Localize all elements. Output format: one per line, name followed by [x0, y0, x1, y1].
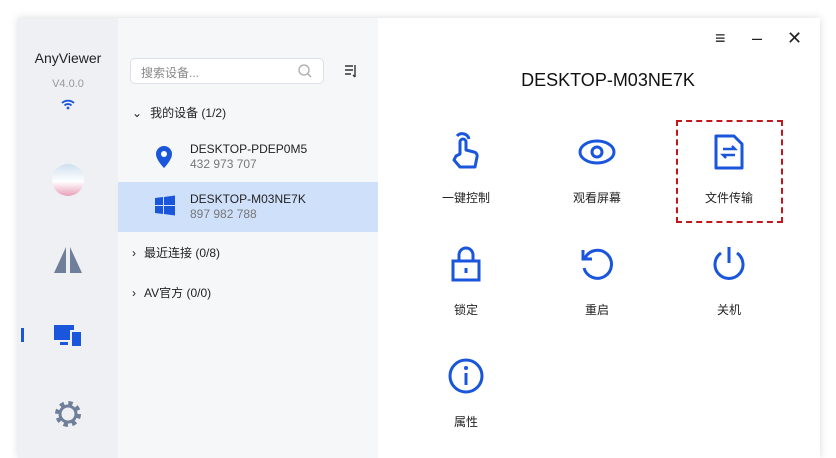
device-title: DESKTOP-M03NE7K: [521, 70, 695, 90]
app-window: AnyViewer V4.0.0 搜索设备... ⌄ 我的设备 (1/2) DES…: [18, 18, 820, 458]
action-lock[interactable]: 锁定: [411, 230, 521, 330]
location-pin-icon: [156, 146, 172, 168]
search-placeholder: 搜索设备...: [141, 66, 200, 80]
device-panel: 搜索设备... ⌄ 我的设备 (1/2) DESKTOP-PDEP0M5 432 …: [118, 18, 378, 458]
settings-nav-icon[interactable]: [52, 398, 84, 430]
sort-icon[interactable]: [344, 64, 358, 78]
action-label: 属性: [453, 415, 478, 429]
minimize-button[interactable]: –: [752, 28, 762, 49]
avatar[interactable]: [52, 164, 84, 196]
action-view-screen[interactable]: 观看屏幕: [542, 118, 652, 218]
action-restart[interactable]: 重启: [542, 230, 652, 330]
device-id: 897 982 788: [190, 207, 257, 221]
wifi-icon: [61, 99, 75, 110]
action-label: 锁定: [453, 303, 478, 317]
info-icon: [448, 358, 484, 394]
active-indicator: [21, 328, 24, 342]
devices-nav-icon[interactable]: [52, 320, 84, 352]
chevron-right-icon: ›: [132, 285, 136, 300]
action-properties[interactable]: 属性: [411, 342, 521, 442]
group-av-official[interactable]: › AV官方 (0/0): [132, 284, 211, 301]
lock-icon: [451, 246, 481, 282]
close-button[interactable]: ✕: [787, 28, 802, 49]
menu-icon[interactable]: ≡: [715, 28, 726, 49]
connect-nav-icon[interactable]: [52, 244, 84, 276]
group-label: 我的设备 (1/2): [150, 106, 227, 120]
device-name: DESKTOP-M03NE7K: [190, 192, 306, 206]
sidebar: AnyViewer V4.0.0: [18, 18, 118, 458]
group-label: AV官方 (0/0): [144, 286, 212, 300]
highlight-box: [676, 120, 783, 223]
action-remote-control[interactable]: 一键控制: [411, 118, 521, 218]
action-label: 观看屏幕: [572, 191, 621, 205]
action-label: 重启: [584, 303, 609, 317]
group-my-devices[interactable]: ⌄ 我的设备 (1/2): [132, 104, 226, 121]
app-name: AnyViewer: [34, 50, 102, 66]
action-shutdown[interactable]: 关机: [674, 230, 784, 330]
eye-icon: [578, 139, 616, 165]
app-version: V4.0.0: [52, 78, 84, 90]
search-icon[interactable]: [297, 63, 313, 79]
touch-icon: [452, 132, 479, 169]
device-item[interactable]: DESKTOP-PDEP0M5 432 973 707: [118, 132, 378, 182]
main-area: ≡ – ✕ DESKTOP-M03NE7K 一键控制 观看屏幕 文件传输 锁定 …: [378, 18, 820, 458]
search-input[interactable]: 搜索设备...: [130, 58, 324, 84]
action-label: 一键控制: [441, 191, 490, 205]
windows-icon: [155, 195, 175, 216]
device-id: 432 973 707: [190, 157, 257, 171]
group-label: 最近连接 (0/8): [144, 246, 221, 260]
device-item-selected[interactable]: DESKTOP-M03NE7K 897 982 788: [118, 182, 378, 232]
restart-icon: [581, 248, 613, 280]
power-icon: [713, 247, 745, 280]
group-recent[interactable]: › 最近连接 (0/8): [132, 244, 220, 261]
chevron-right-icon: ›: [132, 245, 136, 260]
device-name: DESKTOP-PDEP0M5: [190, 142, 308, 156]
chevron-down-icon: ⌄: [132, 105, 143, 120]
action-label: 关机: [716, 303, 741, 317]
